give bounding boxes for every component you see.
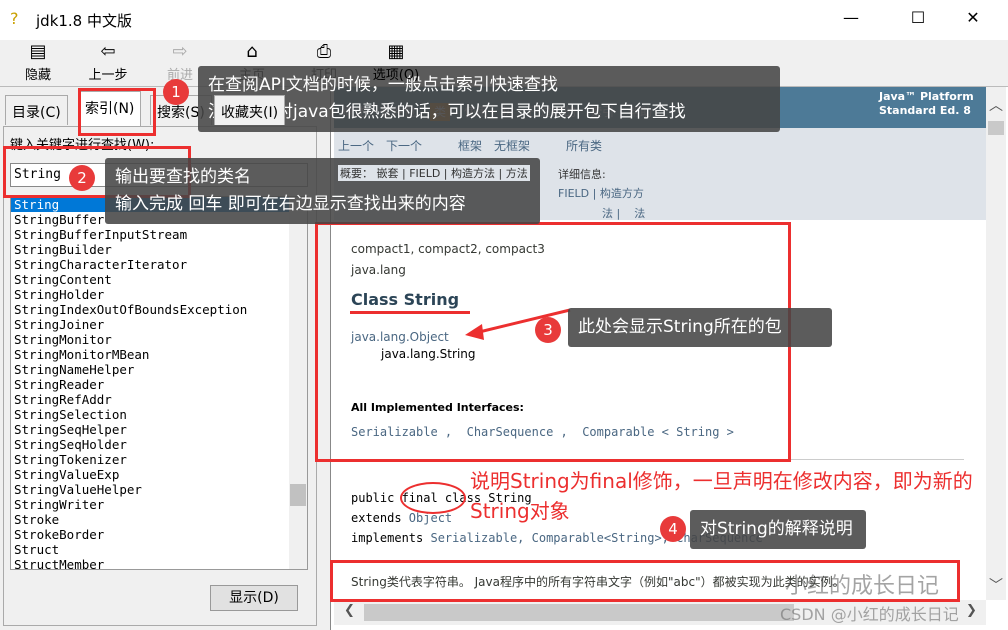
forward-arrow-icon: ⇨ xyxy=(172,41,188,62)
arrow-icon xyxy=(465,308,571,340)
index-list-item[interactable]: StringCharacterIterator xyxy=(11,257,307,272)
maximize-button[interactable]: ☐ xyxy=(895,8,941,27)
implements-keyword: implements xyxy=(351,531,431,545)
step-2-badge: 2 xyxy=(69,165,95,191)
hide-button[interactable]: ▤ 隐藏 xyxy=(8,40,68,83)
next-link[interactable]: 下一个 xyxy=(386,137,422,154)
platform-label: Java™ Platform Standard Ed. 8 xyxy=(879,90,974,118)
back-arrow-icon: ⇦ xyxy=(100,41,116,62)
index-list-item[interactable]: StringTokenizer xyxy=(11,452,307,467)
index-list-item[interactable]: StringJoiner xyxy=(11,317,307,332)
options-button[interactable]: ▦ 选项(O) xyxy=(366,40,426,83)
index-list-item[interactable]: StringValueExp xyxy=(11,467,307,482)
annotation-box-index-tab xyxy=(78,88,156,136)
index-list-item[interactable]: StrokeBorder xyxy=(11,527,307,542)
index-list-item[interactable]: Struct xyxy=(11,542,307,557)
options-icon: ▦ xyxy=(387,41,405,62)
hscroll-thumb[interactable] xyxy=(364,604,794,621)
index-list-scrollbar[interactable] xyxy=(289,197,307,569)
index-list-item[interactable]: Stroke xyxy=(11,512,307,527)
index-list-item[interactable]: StructMember xyxy=(11,557,307,569)
callout-1-line1: 在查阅API文档的时候，一般点击索引快速查找 xyxy=(208,75,558,95)
scroll-down-icon[interactable]: ﹀ xyxy=(989,575,1003,595)
display-button[interactable]: 显示(D) xyxy=(210,585,298,611)
options-label: 选项(O) xyxy=(372,68,420,83)
back-button[interactable]: ⇦ 上一步 xyxy=(78,40,138,83)
scrollbar-thumb[interactable] xyxy=(290,484,306,506)
hide-label: 隐藏 xyxy=(24,68,51,83)
detail-label: 详细信息: xyxy=(558,168,606,181)
index-list-item[interactable]: StringHolder xyxy=(11,287,307,302)
index-list-item[interactable]: StringRefAddr xyxy=(11,392,307,407)
callout-1-line2: 注：如果对java包很熟悉的话，可以在目录的展开包下自行查找 xyxy=(208,102,686,122)
index-list-item[interactable]: StringSeqHolder xyxy=(11,437,307,452)
index-list-item[interactable]: StringSeqHelper xyxy=(11,422,307,437)
window-title: jdk1.8 中文版 xyxy=(36,12,132,30)
back-label: 上一步 xyxy=(88,68,128,83)
all-classes-link[interactable]: 所有类 xyxy=(566,137,602,154)
step-1-badge: 1 xyxy=(163,79,189,105)
platform-line2: Standard Ed. 8 xyxy=(879,104,971,117)
index-list-item[interactable]: StringReader xyxy=(11,377,307,392)
callout-1: 在查阅API文档的时候，一般点击索引快速查找注：如果对java包很熟悉的话，可以… xyxy=(198,66,780,132)
scroll-up-icon[interactable]: ︿ xyxy=(989,95,1003,115)
index-list[interactable]: String StringBuffer StringBufferInputStrea… xyxy=(10,196,308,570)
platform-line1: Java™ Platform xyxy=(879,90,974,103)
summary-links[interactable]: 概要： 嵌套 | FIELD | 构造方法 | 方法 xyxy=(338,165,530,181)
close-button[interactable]: ✕ xyxy=(950,8,996,27)
hide-icon: ▤ xyxy=(29,41,47,62)
index-list-item[interactable]: StringSelection xyxy=(11,407,307,422)
extends-keyword: extends xyxy=(351,511,409,525)
watermark-name: 小红的成长日记 xyxy=(785,574,940,599)
index-list-item[interactable]: StringMonitor xyxy=(11,332,307,347)
app-icon: ? xyxy=(10,9,19,28)
printer-icon: ⎙ xyxy=(316,41,332,62)
index-list-item[interactable]: StringNameHelper xyxy=(11,362,307,377)
index-list-item[interactable]: StringContent xyxy=(11,272,307,287)
index-list-item[interactable]: StringMonitorMBean xyxy=(11,347,307,362)
home-icon: ⌂ xyxy=(246,41,258,62)
step-3-badge: 3 xyxy=(535,317,561,343)
callout-3: 此处会显示String所在的包 xyxy=(568,308,832,347)
tab-contents[interactable]: 目录(C) xyxy=(5,95,68,125)
no-frames-link[interactable]: 无框架 xyxy=(494,137,530,154)
callout-4: 对String的解释说明 xyxy=(690,510,866,549)
index-list-item[interactable]: StringValueHelper xyxy=(11,482,307,497)
vscroll-thumb[interactable] xyxy=(988,121,1004,135)
index-list-item[interactable]: StringBuilder xyxy=(11,242,307,257)
tab-favorites[interactable]: 收藏夹(I) xyxy=(214,95,286,125)
index-list-item[interactable]: StringIndexOutOfBoundsException xyxy=(11,302,307,317)
scroll-right-icon[interactable]: ❯ xyxy=(966,603,977,618)
index-list-item[interactable]: StringWriter xyxy=(11,497,307,512)
detail-links[interactable]: FIELD | 构造方方 xyxy=(558,185,644,201)
watermark-csdn: CSDN @小红的成长日记 xyxy=(780,605,959,624)
title-bar: ? jdk1.8 中文版 — ☐ ✕ xyxy=(0,0,1008,40)
frames-link[interactable]: 框架 xyxy=(458,137,482,154)
step-4-badge: 4 xyxy=(660,516,686,542)
prev-link[interactable]: 上一个 xyxy=(338,137,374,154)
final-keyword-circle xyxy=(400,482,466,514)
callout-2-line2: 输入完成 回车 即可在右边显示查找出来的内容 xyxy=(115,194,466,214)
detail-links-2[interactable]: 法 | 法 xyxy=(602,205,645,221)
scroll-left-icon[interactable]: ❮ xyxy=(344,603,355,618)
minimize-button[interactable]: — xyxy=(828,8,874,27)
title-underline xyxy=(350,311,470,314)
index-list-item[interactable]: StringBufferInputStream xyxy=(11,227,307,242)
